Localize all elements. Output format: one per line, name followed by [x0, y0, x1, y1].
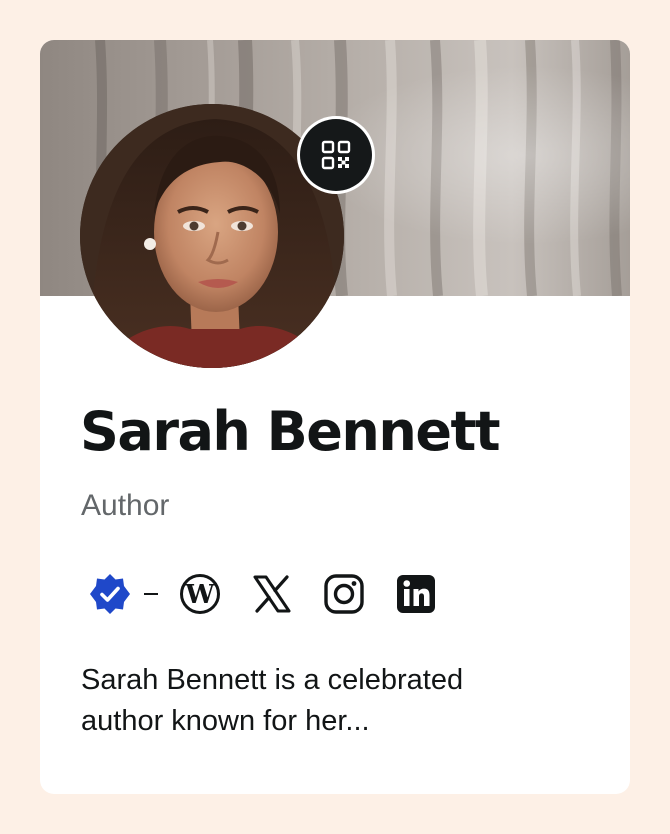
profile-role: Author [81, 489, 170, 522]
profile-bio: Sarah Bennett is a celebrated author kno… [81, 664, 464, 737]
qr-code-button[interactable] [297, 116, 375, 194]
separator [144, 593, 158, 595]
instagram-icon[interactable] [322, 572, 366, 616]
svg-text:W: W [184, 580, 215, 610]
social-links: W [88, 572, 438, 616]
profile-name: Sarah Bennett [80, 400, 501, 463]
x-icon[interactable] [250, 572, 294, 616]
profile-card: Sarah Bennett Author W Sarah Bennett is … [40, 40, 630, 794]
qr-code-icon [300, 119, 372, 191]
linkedin-icon[interactable] [394, 572, 438, 616]
verified-badge-icon [88, 572, 132, 616]
wordpress-icon[interactable]: W [178, 572, 222, 616]
